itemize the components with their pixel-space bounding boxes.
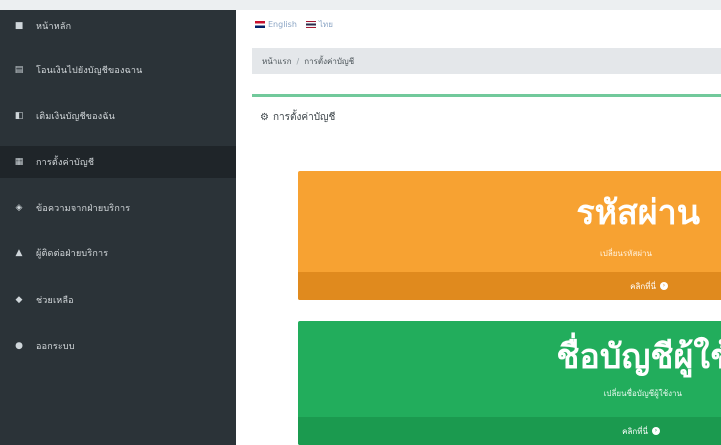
- breadcrumb-home-link[interactable]: หน้าแรก: [262, 55, 292, 68]
- breadcrumb-current: การตั้งค่าบัญชี: [304, 56, 355, 66]
- logout-icon: ●: [15, 341, 23, 351]
- transfer-icon: ▤: [14, 65, 24, 75]
- sidebar-item-label: ออกระบบ: [36, 342, 75, 352]
- sidebar-item-label: โอนเงินไปยังบัญชีของฉาน: [36, 66, 143, 76]
- username-card-link[interactable]: คลิกที่นี่: [622, 425, 648, 438]
- message-icon: ◈: [15, 203, 23, 213]
- sidebar-item-home[interactable]: ■ หน้าหลัก: [0, 10, 236, 42]
- settings-icon: ⚙: [260, 112, 269, 123]
- username-card-subtitle: เปลี่ยนชื่อบัญชีผู้ใช้งาน: [603, 389, 682, 398]
- home-icon: ■: [14, 21, 24, 31]
- main-content: English ไทย หน้าแรก / การตั้งค่าบัญชี ⚙ …: [236, 10, 721, 445]
- page-title-text: การตั้งค่าบัญชี: [272, 112, 336, 123]
- sidebar-item-label: ข้อความจากฝ่ายบริการ: [36, 204, 131, 214]
- password-card-footer[interactable]: คลิกที่นี่ ›: [298, 272, 721, 300]
- language-thai-link[interactable]: ไทย: [319, 18, 333, 31]
- settings-icon: ▦: [14, 157, 24, 167]
- sidebar-item-messages[interactable]: ◈ ข้อความจากฝ่ายบริการ: [0, 192, 236, 224]
- arrow-circle-right-icon: ›: [660, 282, 668, 290]
- page-title: ⚙ การตั้งค่าบัญชี: [260, 110, 335, 125]
- username-card-footer[interactable]: คลิกที่นี่ ›: [298, 417, 721, 445]
- thai-flag-icon: [305, 20, 316, 28]
- sidebar-item-help[interactable]: ◆ ช่วยเหลือ: [0, 284, 236, 316]
- breadcrumb: หน้าแรก / การตั้งค่าบัญชี: [252, 48, 721, 74]
- wallet-icon: ◧: [14, 111, 24, 121]
- sidebar-item-contact[interactable]: ▲ ผู้ติดต่อฝ่ายบริการ: [0, 237, 236, 269]
- sidebar-item-label: ผู้ติดต่อฝ่ายบริการ: [36, 249, 109, 259]
- password-card-title: รหัสผ่าน: [576, 193, 700, 233]
- user-icon: ▲: [15, 248, 23, 258]
- username-card-body: ชื่อบัญชีผู้ใช้งาน เปลี่ยนชื่อบัญชีผู้ใช…: [298, 321, 721, 400]
- sidebar-item-account-settings[interactable]: ▦ การตั้งค่าบัญชี: [0, 146, 236, 178]
- sidebar-item-logout[interactable]: ● ออกระบบ: [0, 330, 236, 362]
- sidebar-item-label: หน้าหลัก: [36, 22, 72, 32]
- language-switcher: English ไทย: [252, 16, 339, 32]
- accent-divider: [252, 94, 721, 97]
- password-card-body: รหัสผ่าน เปลี่ยนรหัสผ่าน: [298, 171, 721, 260]
- english-flag-icon: [255, 20, 265, 28]
- top-strip: [0, 0, 721, 10]
- arrow-circle-right-icon: ›: [652, 427, 660, 435]
- sidebar-item-topup[interactable]: ◧ เติมเงินบัญชีของฉัน: [0, 100, 236, 132]
- sidebar-item-label: ช่วยเหลือ: [36, 296, 74, 306]
- breadcrumb-separator: /: [296, 56, 300, 66]
- sidebar: ■ หน้าหลัก ▤ โอนเงินไปยังบัญชีของฉาน ◧ เ…: [0, 10, 236, 445]
- sidebar-item-label: การตั้งค่าบัญชี: [36, 158, 95, 168]
- username-card-title: ชื่อบัญชีผู้ใช้งาน: [556, 337, 721, 377]
- help-icon: ◆: [15, 295, 23, 305]
- password-card-link[interactable]: คลิกที่นี่: [630, 280, 656, 293]
- language-english-link[interactable]: English: [268, 20, 297, 29]
- username-card[interactable]: ชื่อบัญชีผู้ใช้งาน เปลี่ยนชื่อบัญชีผู้ใช…: [298, 321, 721, 445]
- password-card-subtitle: เปลี่ยนรหัสผ่าน: [600, 249, 652, 258]
- password-card[interactable]: รหัสผ่าน เปลี่ยนรหัสผ่าน คลิกที่นี่ ›: [298, 171, 721, 300]
- sidebar-item-label: เติมเงินบัญชีของฉัน: [36, 112, 116, 122]
- sidebar-item-transfer[interactable]: ▤ โอนเงินไปยังบัญชีของฉาน: [0, 54, 236, 86]
